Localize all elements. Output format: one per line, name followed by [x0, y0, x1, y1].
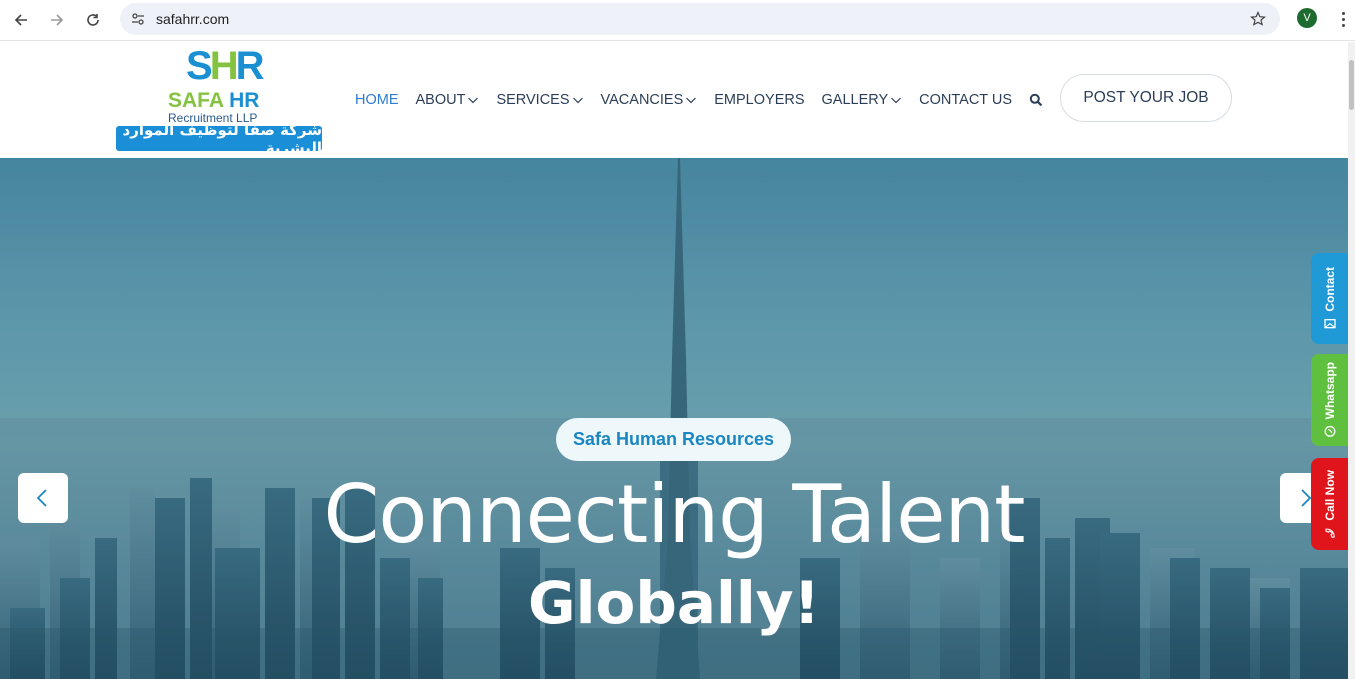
main-nav: HOME ABOUT SERVICES VACANCIES EMPLOYERS … — [355, 90, 1060, 110]
nav-item-contact-us[interactable]: CONTACT US — [919, 92, 1012, 108]
whatsapp-icon — [1324, 426, 1335, 438]
hero-headline-emphasis: Globally! — [527, 569, 820, 637]
nav-item-home[interactable]: HOME — [355, 92, 399, 108]
nav-item-employers[interactable]: EMPLOYERS — [714, 92, 804, 108]
chevron-down-icon — [572, 97, 583, 104]
phone-icon — [1324, 528, 1335, 538]
chevron-down-icon — [891, 97, 902, 104]
nav-search-button[interactable] — [1029, 93, 1043, 107]
site-settings-icon[interactable] — [128, 9, 148, 29]
site-logo[interactable]: SHR SAFA HR Recruitment LLP شركة صفا لتو… — [116, 44, 322, 157]
post-your-job-button[interactable]: POST YOUR JOB — [1060, 74, 1232, 122]
envelope-icon — [1323, 319, 1336, 329]
chevron-left-icon — [36, 489, 47, 507]
chevron-down-icon — [468, 97, 479, 104]
call-now-side-tab[interactable]: Call Now — [1311, 458, 1348, 550]
address-bar[interactable]: safahrr.com — [120, 3, 1280, 35]
scrollbar-thumb[interactable] — [1349, 60, 1354, 110]
arrow-right-icon — [51, 14, 64, 26]
hero-slider: Safa Human Resources Connecting Talent G… — [0, 158, 1348, 679]
back-button[interactable] — [7, 6, 35, 34]
nav-item-vacancies[interactable]: VACANCIES — [601, 92, 698, 108]
call-now-tab-label: Call Now — [1322, 469, 1337, 521]
site-header: SHR SAFA HR Recruitment LLP شركة صفا لتو… — [0, 42, 1348, 158]
logo-brand: SAFA HR — [168, 89, 260, 112]
browser-toolbar: safahrr.com V — [0, 0, 1355, 41]
hero-headline: Connecting Talent — [323, 468, 1025, 561]
browser-menu-icon[interactable] — [1333, 9, 1353, 29]
logo-mark: SHR — [186, 44, 264, 88]
reload-button[interactable] — [79, 6, 107, 34]
forward-button[interactable] — [43, 6, 71, 34]
chevron-down-icon — [686, 97, 697, 104]
contact-side-tab[interactable]: Contact — [1311, 253, 1348, 344]
contact-tab-label: Contact — [1322, 267, 1337, 312]
bookmark-star-icon[interactable] — [1248, 9, 1268, 29]
profile-avatar[interactable]: V — [1297, 8, 1317, 28]
nav-item-services[interactable]: SERVICES — [496, 92, 583, 108]
slider-prev-button[interactable] — [18, 473, 68, 523]
nav-item-gallery[interactable]: GALLERY — [822, 92, 903, 108]
logo-arabic-banner: شركة صفا لتوظيف الموارد البشرية — [116, 121, 322, 157]
whatsapp-side-tab[interactable]: Whatsapp — [1311, 354, 1348, 446]
nav-item-about[interactable]: ABOUT — [416, 92, 480, 108]
reload-icon — [87, 14, 99, 26]
whatsapp-tab-label: Whatsapp — [1322, 362, 1337, 420]
search-icon — [1029, 93, 1043, 107]
page-scrollbar[interactable] — [1348, 42, 1355, 679]
url-text: safahrr.com — [156, 11, 230, 27]
arrow-left-icon — [14, 14, 27, 26]
hero-tagline-pill: Safa Human Resources — [556, 418, 791, 461]
